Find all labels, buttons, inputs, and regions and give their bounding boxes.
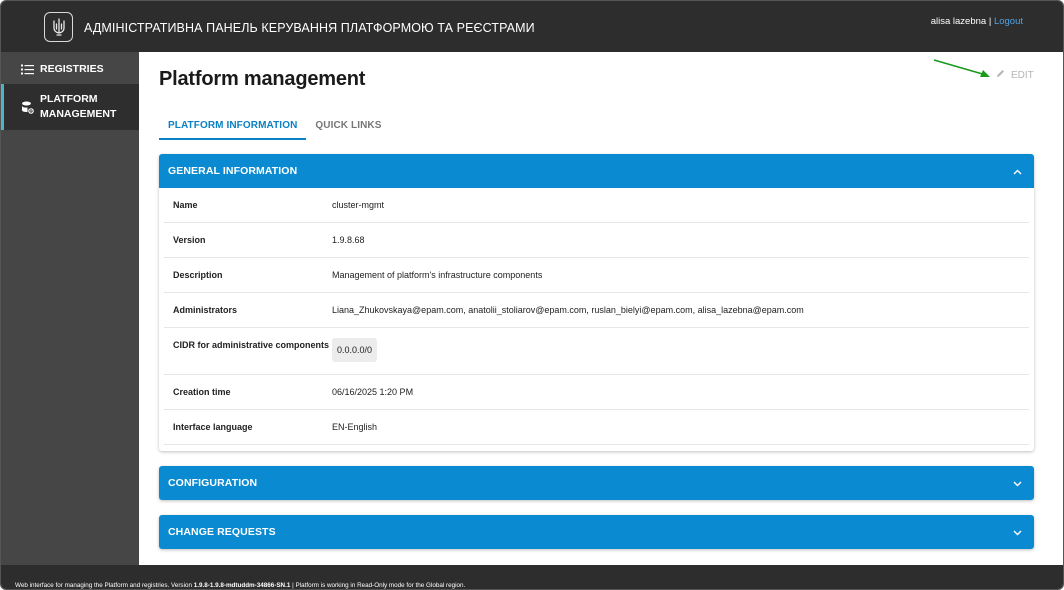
user-area: alisa lazebna | Logout [931,16,1023,27]
edit-button[interactable]: EDIT [996,69,1034,81]
panel-title: GENERAL INFORMATION [168,165,298,177]
table-row: Description Management of platform's inf… [164,258,1029,293]
app-title: АДМІНІСТРАТИВНА ПАНЕЛЬ КЕРУВАННЯ ПЛАТФОР… [84,21,535,35]
table-row: Administrators Liana_Zhukovskaya@epam.co… [164,293,1029,328]
info-table: Name cluster-mgmt Version 1.9.8.68 Descr… [159,188,1034,451]
main-content: Platform management EDIT PLATFORM INFORM… [139,52,1063,565]
table-row: Creation time 06/16/2025 1:20 PM [164,375,1029,410]
sidebar: REGISTRIES PLATFORM MANAGEMENT [1,52,139,565]
row-value: Liana_Zhukovskaya@epam.com, anatolii_sto… [332,305,804,315]
list-icon [20,62,34,76]
edit-label: EDIT [1011,69,1034,81]
panel-title: CONFIGURATION [168,477,258,489]
row-value: 1.9.8.68 [332,235,365,245]
tab-quick-links[interactable]: QUICK LINKS [306,120,390,140]
row-value: 06/16/2025 1:20 PM [332,387,414,397]
row-key: Interface language [173,422,253,432]
panel-title: CHANGE REQUESTS [168,526,276,538]
chevron-down-icon[interactable] [1013,523,1022,541]
row-key: Description [173,270,223,280]
general-information-header[interactable]: GENERAL INFORMATION [159,154,1034,188]
user-name: alisa lazebna [930,16,987,27]
user-separator: | [986,16,994,27]
configuration-header[interactable]: CONFIGURATION [159,466,1034,500]
tab-platform-information[interactable]: PLATFORM INFORMATION [159,120,307,140]
sidebar-item-registries[interactable]: REGISTRIES [1,58,139,80]
row-key: Name [173,200,198,210]
footer: Web interface for managing the Platform … [1,565,1063,589]
annotation-arrow-icon [933,59,990,77]
row-key: Version [173,235,206,245]
row-value: Management of platform's infrastructure … [332,270,543,280]
sidebar-item-label: REGISTRIES [40,62,104,75]
change-requests-header[interactable]: CHANGE REQUESTS [159,515,1034,549]
logout-link[interactable]: Logout [994,16,1023,27]
row-key: Administrators [173,305,238,315]
change-requests-panel: CHANGE REQUESTS [159,515,1034,549]
cidr-chip: 0.0.0.0/0 [332,338,378,362]
pencil-icon [996,69,1005,81]
chevron-down-icon[interactable] [1013,474,1022,492]
sidebar-item-label: PLATFORM MANAGEMENT [40,93,117,120]
footer-suffix: | Platform is working in Read-Only mode … [290,582,466,589]
database-settings-icon [20,100,34,114]
table-row: Version 1.9.8.68 [164,223,1029,258]
row-key: CIDR for administrative components [173,340,330,350]
footer-prefix: Web interface for managing the Platform … [15,582,194,589]
table-row: Interface language EN-English [164,410,1029,445]
chevron-up-icon[interactable] [1013,162,1022,180]
tab-bar: PLATFORM INFORMATION QUICK LINKS [159,120,391,140]
row-value: EN-English [332,422,378,432]
configuration-panel: CONFIGURATION [159,466,1034,500]
footer-version: 1.9.8-1.9.8-mdtuddm-34866-SN.1 [193,582,291,589]
trident-emblem-icon[interactable] [44,12,73,42]
sidebar-item-platform-management[interactable]: PLATFORM MANAGEMENT [1,84,139,130]
table-row: Name cluster-mgmt [164,188,1029,223]
table-row: CIDR for administrative components 0.0.0… [164,328,1029,375]
app-window: АДМІНІСТРАТИВНА ПАНЕЛЬ КЕРУВАННЯ ПЛАТФОР… [0,0,1064,590]
row-value: 0.0.0.0/0 [332,338,1029,362]
row-key: Creation time [173,387,231,397]
row-value: cluster-mgmt [332,200,385,210]
top-header: АДМІНІСТРАТИВНА ПАНЕЛЬ КЕРУВАННЯ ПЛАТФОР… [1,1,1063,52]
page-title: Platform management [159,68,366,90]
general-information-panel: GENERAL INFORMATION Name cluster-mgmt Ve… [159,154,1034,451]
